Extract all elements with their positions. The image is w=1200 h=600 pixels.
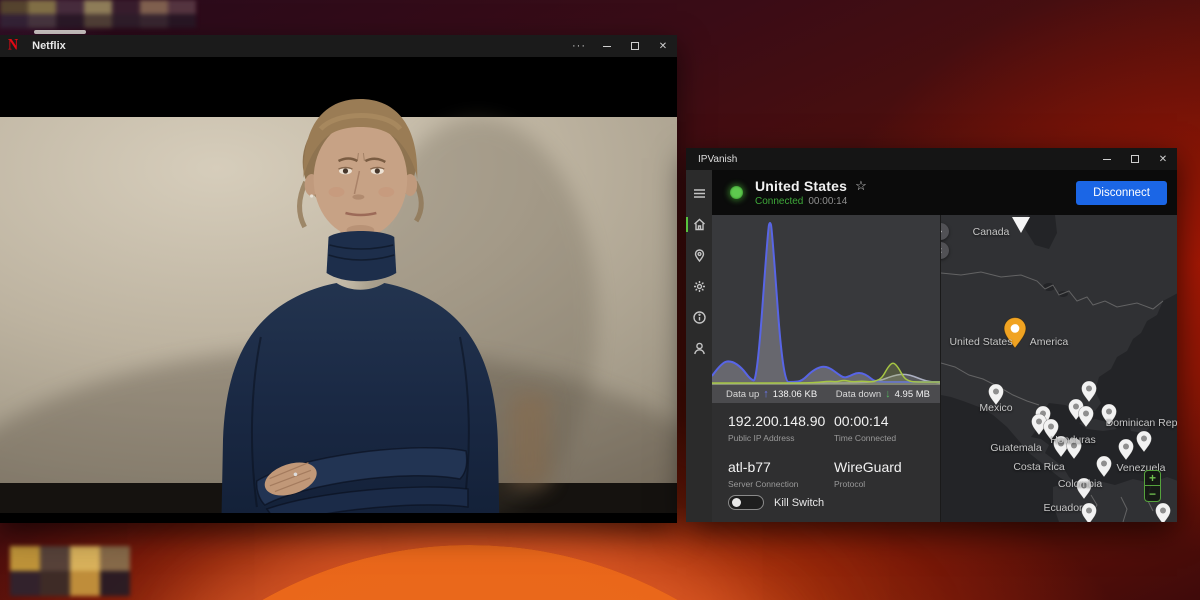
netflix-video-player[interactable]: [0, 87, 677, 513]
map-label-guatemala: Guatemala: [990, 442, 1041, 454]
netflix-window-title: Netflix: [32, 40, 66, 52]
ipvanish-titlebar[interactable]: IPVanish ✕: [686, 148, 1177, 170]
protocol-label: Protocol: [834, 479, 940, 489]
time-connected-value: 00:00:14: [834, 413, 940, 429]
ipvanish-minimize-button[interactable]: [1093, 159, 1121, 160]
protocol-value: WireGuard: [834, 459, 940, 475]
zoom-in-button[interactable]: +: [1145, 471, 1160, 486]
protocol-stat: WireGuard Protocol: [834, 459, 940, 489]
server-connection-label: Server Connection: [728, 479, 834, 489]
connection-stats-panel: Data up ↑ 138.06 KB Data down ↓ 4.95 MB: [712, 215, 940, 522]
server-pin[interactable]: [1082, 381, 1097, 402]
map-label-colombia: Colombia: [1058, 478, 1102, 490]
server-pin[interactable]: [1137, 431, 1152, 452]
connection-timer: 00:00:14: [808, 196, 847, 207]
traffic-graph-svg: [712, 215, 940, 385]
connection-header: United States ☆ Connected 00:00:14 Discon…: [712, 170, 1177, 215]
favorite-star-icon[interactable]: ☆: [855, 178, 867, 194]
map-label-canada: Canada: [973, 226, 1010, 238]
traffic-graph: [712, 215, 940, 385]
disconnect-button[interactable]: Disconnect: [1076, 181, 1167, 205]
ipvanish-maximize-button[interactable]: [1121, 155, 1149, 163]
netflix-minimize-button[interactable]: [593, 46, 621, 47]
info-icon[interactable]: [686, 304, 712, 331]
data-up-label: Data up: [726, 389, 759, 400]
download-arrow-icon: ↓: [885, 388, 891, 400]
map-label-dominican-rep-: Dominican Rep.: [1106, 417, 1177, 429]
wallpaper-glow-ring: [50, 545, 890, 600]
server-connection-stat: atl-b77 Server Connection: [728, 459, 834, 489]
map-label-honduras: Honduras: [1050, 434, 1096, 446]
server-map[interactable]: Canada United States America Mexico Guatemal…: [940, 215, 1177, 522]
data-transfer-bar: Data up ↑ 138.06 KB Data down ↓ 4.95 MB: [712, 385, 940, 403]
location-pin-icon[interactable]: [686, 242, 712, 269]
connected-status-dot-icon: [730, 186, 743, 199]
server-pin[interactable]: [1156, 503, 1171, 522]
netflix-titlebar[interactable]: N Netflix ··· ✕: [0, 35, 677, 57]
desktop-wallpaper: N Netflix ··· ✕: [0, 0, 1200, 600]
public-ip-label: Public IP Address: [728, 433, 834, 443]
ipvanish-close-button[interactable]: ✕: [1149, 154, 1177, 165]
data-up-value: 138.06 KB: [773, 389, 817, 400]
netflix-logo-icon: N: [8, 37, 18, 55]
menu-icon[interactable]: [686, 180, 712, 207]
settings-gear-icon[interactable]: [686, 273, 712, 300]
server-pin[interactable]: [1079, 406, 1094, 427]
upload-arrow-icon: ↑: [763, 388, 769, 400]
connected-server-name: United States: [755, 178, 847, 194]
ipvanish-window-title: IPVanish: [698, 154, 737, 165]
stats-grid: 192.200.148.90 Public IP Address 00:00:1…: [712, 403, 940, 489]
kill-switch-label: Kill Switch: [774, 497, 824, 509]
desktop-icons-blurred-top: [0, 0, 196, 28]
public-ip-stat: 192.200.148.90 Public IP Address: [728, 413, 834, 443]
server-pin[interactable]: [1119, 439, 1134, 460]
connection-status-text: Connected: [755, 196, 803, 207]
ipvanish-sidebar: [686, 170, 712, 522]
map-zoom-control: + −: [1144, 470, 1161, 502]
zoom-out-button[interactable]: −: [1145, 486, 1160, 501]
desktop-blur-highlight: [34, 30, 86, 34]
netflix-window: N Netflix ··· ✕: [0, 35, 677, 523]
netflix-menu-button[interactable]: ···: [565, 40, 593, 52]
kill-switch-toggle[interactable]: [728, 495, 764, 510]
video-frame-woman-scene: [0, 87, 677, 513]
map-label-costa-rica: Costa Rica: [1013, 461, 1064, 473]
desktop-icons-blurred-bottom: [10, 546, 130, 596]
account-icon[interactable]: [686, 335, 712, 362]
map-label-america: America: [1030, 336, 1069, 348]
map-pin-layer: [941, 215, 1177, 522]
map-triangle-marker[interactable]: [1012, 217, 1030, 233]
server-pin[interactable]: [1082, 503, 1097, 522]
server-pin[interactable]: [1097, 456, 1112, 477]
time-connected-label: Time Connected: [834, 433, 940, 443]
netflix-maximize-button[interactable]: [621, 42, 649, 50]
map-label-ecuador: Ecuador: [1043, 502, 1082, 514]
map-label-united-states: United States: [949, 336, 1012, 348]
data-down-value: 4.95 MB: [895, 389, 930, 400]
ipvanish-window: IPVanish ✕: [686, 148, 1177, 522]
time-connected-stat: 00:00:14 Time Connected: [834, 413, 940, 443]
home-icon[interactable]: [686, 211, 712, 238]
server-connection-value: atl-b77: [728, 459, 834, 475]
map-label-mexico: Mexico: [979, 402, 1012, 414]
netflix-close-button[interactable]: ✕: [649, 41, 677, 52]
data-down-label: Data down: [836, 389, 881, 400]
public-ip-value: 192.200.148.90: [728, 413, 834, 429]
